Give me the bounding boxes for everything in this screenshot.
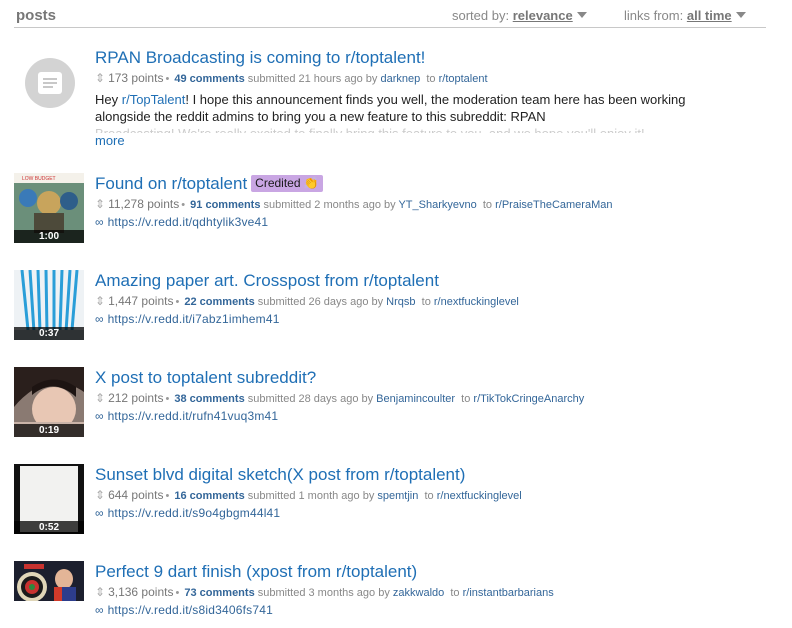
post-url-link[interactable]: https://v.redd.it/s8id3406fs741	[108, 603, 273, 617]
section-title: posts	[16, 7, 57, 24]
sort-value[interactable]: relevance	[513, 8, 573, 23]
selftext-fade: Broadcasting! We're really excited to fi…	[95, 125, 735, 133]
comments-link[interactable]: 73 comments	[184, 587, 254, 599]
chain-link-icon: ∞	[95, 409, 104, 423]
comments-link[interactable]: 22 comments	[184, 296, 254, 308]
post-meta: ⇕ 11,278 points • 91 comments submitted 2 …	[95, 197, 613, 211]
sort-label: sorted by:	[452, 8, 510, 23]
post-title[interactable]: RPAN Broadcasting is coming to r/toptale…	[95, 48, 425, 67]
post-title[interactable]: Amazing paper art. Crosspost from r/topt…	[95, 271, 439, 290]
to-text: to	[482, 199, 493, 211]
post-url: ∞ https://v.redd.it/qdhtylik3ve41	[95, 215, 765, 229]
selftext-subreddit-link[interactable]: r/TopTalent	[122, 92, 186, 107]
video-duration: 0:37	[14, 327, 84, 340]
updown-arrow-icon: ⇕	[95, 197, 106, 211]
video-duration: 1:00	[14, 230, 84, 243]
updown-arrow-icon: ⇕	[95, 391, 106, 405]
post-points: 1,447 points	[108, 294, 174, 308]
post-meta: ⇕ 1,447 points • 22 comments submitted 26 …	[95, 294, 519, 308]
post-meta: ⇕ 212 points • 38 comments submitted 28 da…	[95, 391, 585, 405]
post-url: ∞ https://v.redd.it/rufn41vuq3m41	[95, 409, 765, 423]
selftext-preview: Hey r/TopTalent! I hope this announcemen…	[95, 91, 735, 125]
to-text: to	[424, 490, 434, 502]
post-meta: ⇕ 173 points • 49 comments submitted 21 ho…	[95, 71, 488, 85]
updown-arrow-icon: ⇕	[95, 294, 106, 308]
post-url-link[interactable]: https://v.redd.it/qdhtylik3ve41	[108, 215, 269, 229]
updown-arrow-icon: ⇕	[95, 488, 106, 502]
search-results-header: posts sorted by: relevance links from: a…	[14, 0, 766, 28]
to-text: to	[461, 393, 471, 405]
post-points: 173 points	[108, 71, 164, 85]
post-points: 11,278 points	[108, 197, 180, 211]
submitted-text: submitted 2 months ago by	[263, 199, 396, 211]
comments-link[interactable]: 16 comments	[174, 490, 244, 502]
post-url: ∞ https://v.redd.it/s8id3406fs741	[95, 603, 765, 617]
author-link[interactable]: spemtjin	[377, 490, 418, 502]
to-text: to	[421, 296, 431, 308]
time-filter-dropdown[interactable]: links from: all time	[624, 8, 746, 23]
subreddit-link[interactable]: r/nextfuckinglevel	[437, 490, 522, 502]
subreddit-link[interactable]: r/PraiseTheCameraMan	[495, 199, 612, 211]
svg-text:LOW BUDGET: LOW BUDGET	[22, 176, 56, 182]
time-filter-value[interactable]: all time	[687, 8, 732, 23]
to-text: to	[426, 73, 436, 85]
post-meta: ⇕ 644 points • 16 comments submitted 1 mon…	[95, 488, 522, 502]
sort-dropdown[interactable]: sorted by: relevance	[452, 8, 587, 23]
post-meta: ⇕ 3,136 points • 73 comments submitted 3 m…	[95, 585, 554, 599]
post-points: 644 points	[108, 488, 164, 502]
video-thumbnail[interactable]: LOW BUDGET 1:00	[14, 173, 84, 243]
submitted-text: submitted 1 month ago by	[247, 490, 375, 502]
updown-arrow-icon: ⇕	[95, 585, 106, 599]
comments-link[interactable]: 38 comments	[174, 393, 244, 405]
chain-link-icon: ∞	[95, 312, 104, 326]
text-post-icon[interactable]	[25, 58, 75, 108]
submitted-text: submitted 3 months ago by	[257, 587, 390, 599]
submitted-text: submitted 21 hours ago by	[247, 73, 378, 85]
post-url: ∞ https://v.redd.it/i7abz1imhem41	[95, 312, 765, 326]
subreddit-link[interactable]: r/instantbarbarians	[463, 587, 554, 599]
time-filter-label: links from:	[624, 8, 684, 23]
selftext-prefix: Hey	[95, 92, 119, 107]
author-link[interactable]: zakkwaldo	[393, 587, 444, 599]
subreddit-link[interactable]: r/nextfuckinglevel	[434, 296, 519, 308]
post-title[interactable]: Perfect 9 dart finish (xpost from r/topt…	[95, 562, 417, 581]
post-points: 212 points	[108, 391, 164, 405]
to-text: to	[450, 587, 460, 599]
updown-arrow-icon: ⇕	[95, 71, 106, 85]
video-thumbnail[interactable]: 0:52	[14, 464, 84, 534]
subreddit-link[interactable]: r/TikTokCringeAnarchy	[473, 393, 584, 405]
author-link[interactable]: Benjamincoulter	[376, 393, 455, 405]
comments-link[interactable]: 49 comments	[174, 73, 244, 85]
video-thumbnail[interactable]: 0:37	[14, 270, 84, 340]
more-link[interactable]: more	[95, 133, 765, 148]
chain-link-icon: ∞	[95, 215, 104, 229]
chevron-down-icon[interactable]	[735, 12, 746, 18]
post-url: ∞ https://v.redd.it/s9o4gbgm44l41	[95, 506, 765, 520]
post-title[interactable]: X post to toptalent subreddit?	[95, 368, 316, 387]
author-link[interactable]: YT_Sharkyevno	[398, 199, 476, 211]
video-duration: 0:52	[14, 521, 84, 534]
post-url-link[interactable]: https://v.redd.it/rufn41vuq3m41	[108, 409, 279, 423]
post-url-link[interactable]: https://v.redd.it/i7abz1imhem41	[108, 312, 280, 326]
chain-link-icon: ∞	[95, 506, 104, 520]
post-points: 3,136 points	[108, 585, 174, 599]
author-link[interactable]: darknep	[380, 73, 420, 85]
post-url-link[interactable]: https://v.redd.it/s9o4gbgm44l41	[108, 506, 281, 520]
post-title[interactable]: Found on r/toptalent	[95, 174, 247, 193]
video-thumbnail[interactable]: 0:19	[14, 367, 84, 437]
chain-link-icon: ∞	[95, 603, 104, 617]
author-link[interactable]: Nrqsb	[386, 296, 415, 308]
chevron-down-icon[interactable]	[576, 12, 587, 18]
submitted-text: submitted 26 days ago by	[257, 296, 384, 308]
post-title[interactable]: Sunset blvd digital sketch(X post from r…	[95, 465, 465, 484]
post-flair: Credited 👏	[251, 175, 323, 192]
video-thumbnail[interactable]	[14, 561, 84, 601]
video-duration: 0:19	[14, 424, 84, 437]
submitted-text: submitted 28 days ago by	[247, 393, 374, 405]
comments-link[interactable]: 91 comments	[190, 199, 260, 211]
subreddit-link[interactable]: r/toptalent	[439, 73, 488, 85]
